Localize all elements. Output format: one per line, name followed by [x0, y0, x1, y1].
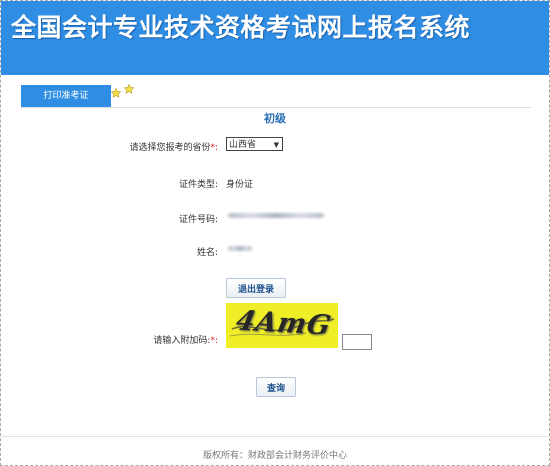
star-icon: [124, 84, 134, 94]
site-header: 全国会计专业技术资格考试网上报名系统: [1, 1, 549, 75]
star-icon: [111, 88, 121, 98]
captcha-label-text: 请输入附加码:: [153, 336, 211, 346]
captcha-input[interactable]: [342, 334, 372, 350]
captcha-label: 请输入附加码:*:: [48, 333, 218, 346]
tab-underline: [21, 107, 531, 108]
province-label: 请选择您报考的省份*:: [48, 140, 218, 153]
query-button[interactable]: 查询: [256, 377, 296, 397]
required-marker: *:: [210, 336, 218, 346]
captcha-image: 4AmG: [226, 303, 338, 348]
exam-level-title: 初级: [264, 112, 286, 125]
province-label-text: 请选择您报考的省份: [129, 143, 211, 153]
id-type-label: 证件类型:: [178, 180, 218, 190]
captcha-text: 4AmG: [233, 305, 334, 342]
province-select[interactable]: 山西省 ▼: [226, 137, 283, 151]
site-title: 全国会计专业技术资格考试网上报名系统: [11, 13, 471, 42]
tab-bar: 打印准考证: [1, 75, 549, 115]
id-number-value-redacted: [228, 213, 324, 218]
tab-print-admission[interactable]: 打印准考证: [21, 85, 111, 108]
id-number-label: 证件号码:: [178, 215, 218, 225]
footer-divider: [1, 436, 549, 437]
footer-copyright: 版权所有：财政部会计财务评价中心: [202, 451, 347, 461]
province-select-value: 山西省: [229, 140, 257, 150]
logout-button[interactable]: 退出登录: [226, 278, 286, 298]
name-label: 姓名:: [196, 248, 218, 258]
chevron-down-icon: ▼: [273, 141, 279, 149]
id-type-value: 身份证: [226, 180, 254, 190]
name-value-redacted: [228, 246, 252, 251]
required-marker: *:: [210, 143, 218, 153]
